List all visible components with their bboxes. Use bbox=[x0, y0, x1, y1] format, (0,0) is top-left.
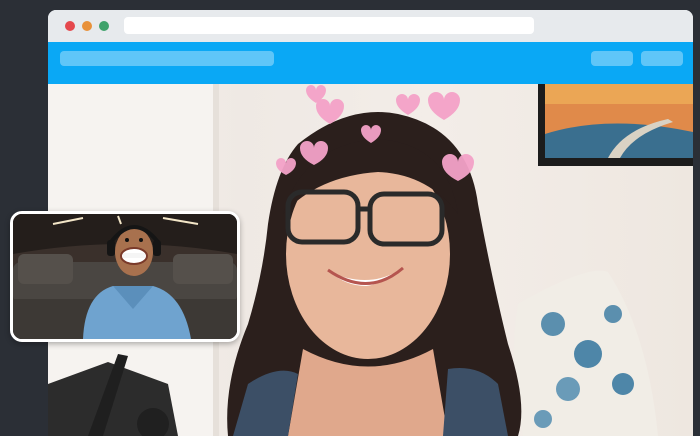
pillow bbox=[514, 270, 658, 436]
close-window-button[interactable] bbox=[65, 21, 75, 31]
heart-icon bbox=[428, 92, 460, 120]
wall-painting bbox=[538, 84, 693, 166]
person-main bbox=[227, 112, 522, 436]
heart-icon bbox=[396, 94, 420, 115]
self-view-scene bbox=[13, 214, 237, 339]
app-title-placeholder bbox=[60, 51, 274, 66]
address-bar[interactable] bbox=[124, 17, 534, 34]
app-header bbox=[48, 42, 693, 84]
title-bar bbox=[48, 10, 693, 42]
header-action-button-1[interactable] bbox=[591, 51, 633, 66]
self-view-video[interactable] bbox=[10, 211, 240, 342]
header-action-button-2[interactable] bbox=[641, 51, 683, 66]
maximize-window-button[interactable] bbox=[99, 21, 109, 31]
minimize-window-button[interactable] bbox=[82, 21, 92, 31]
